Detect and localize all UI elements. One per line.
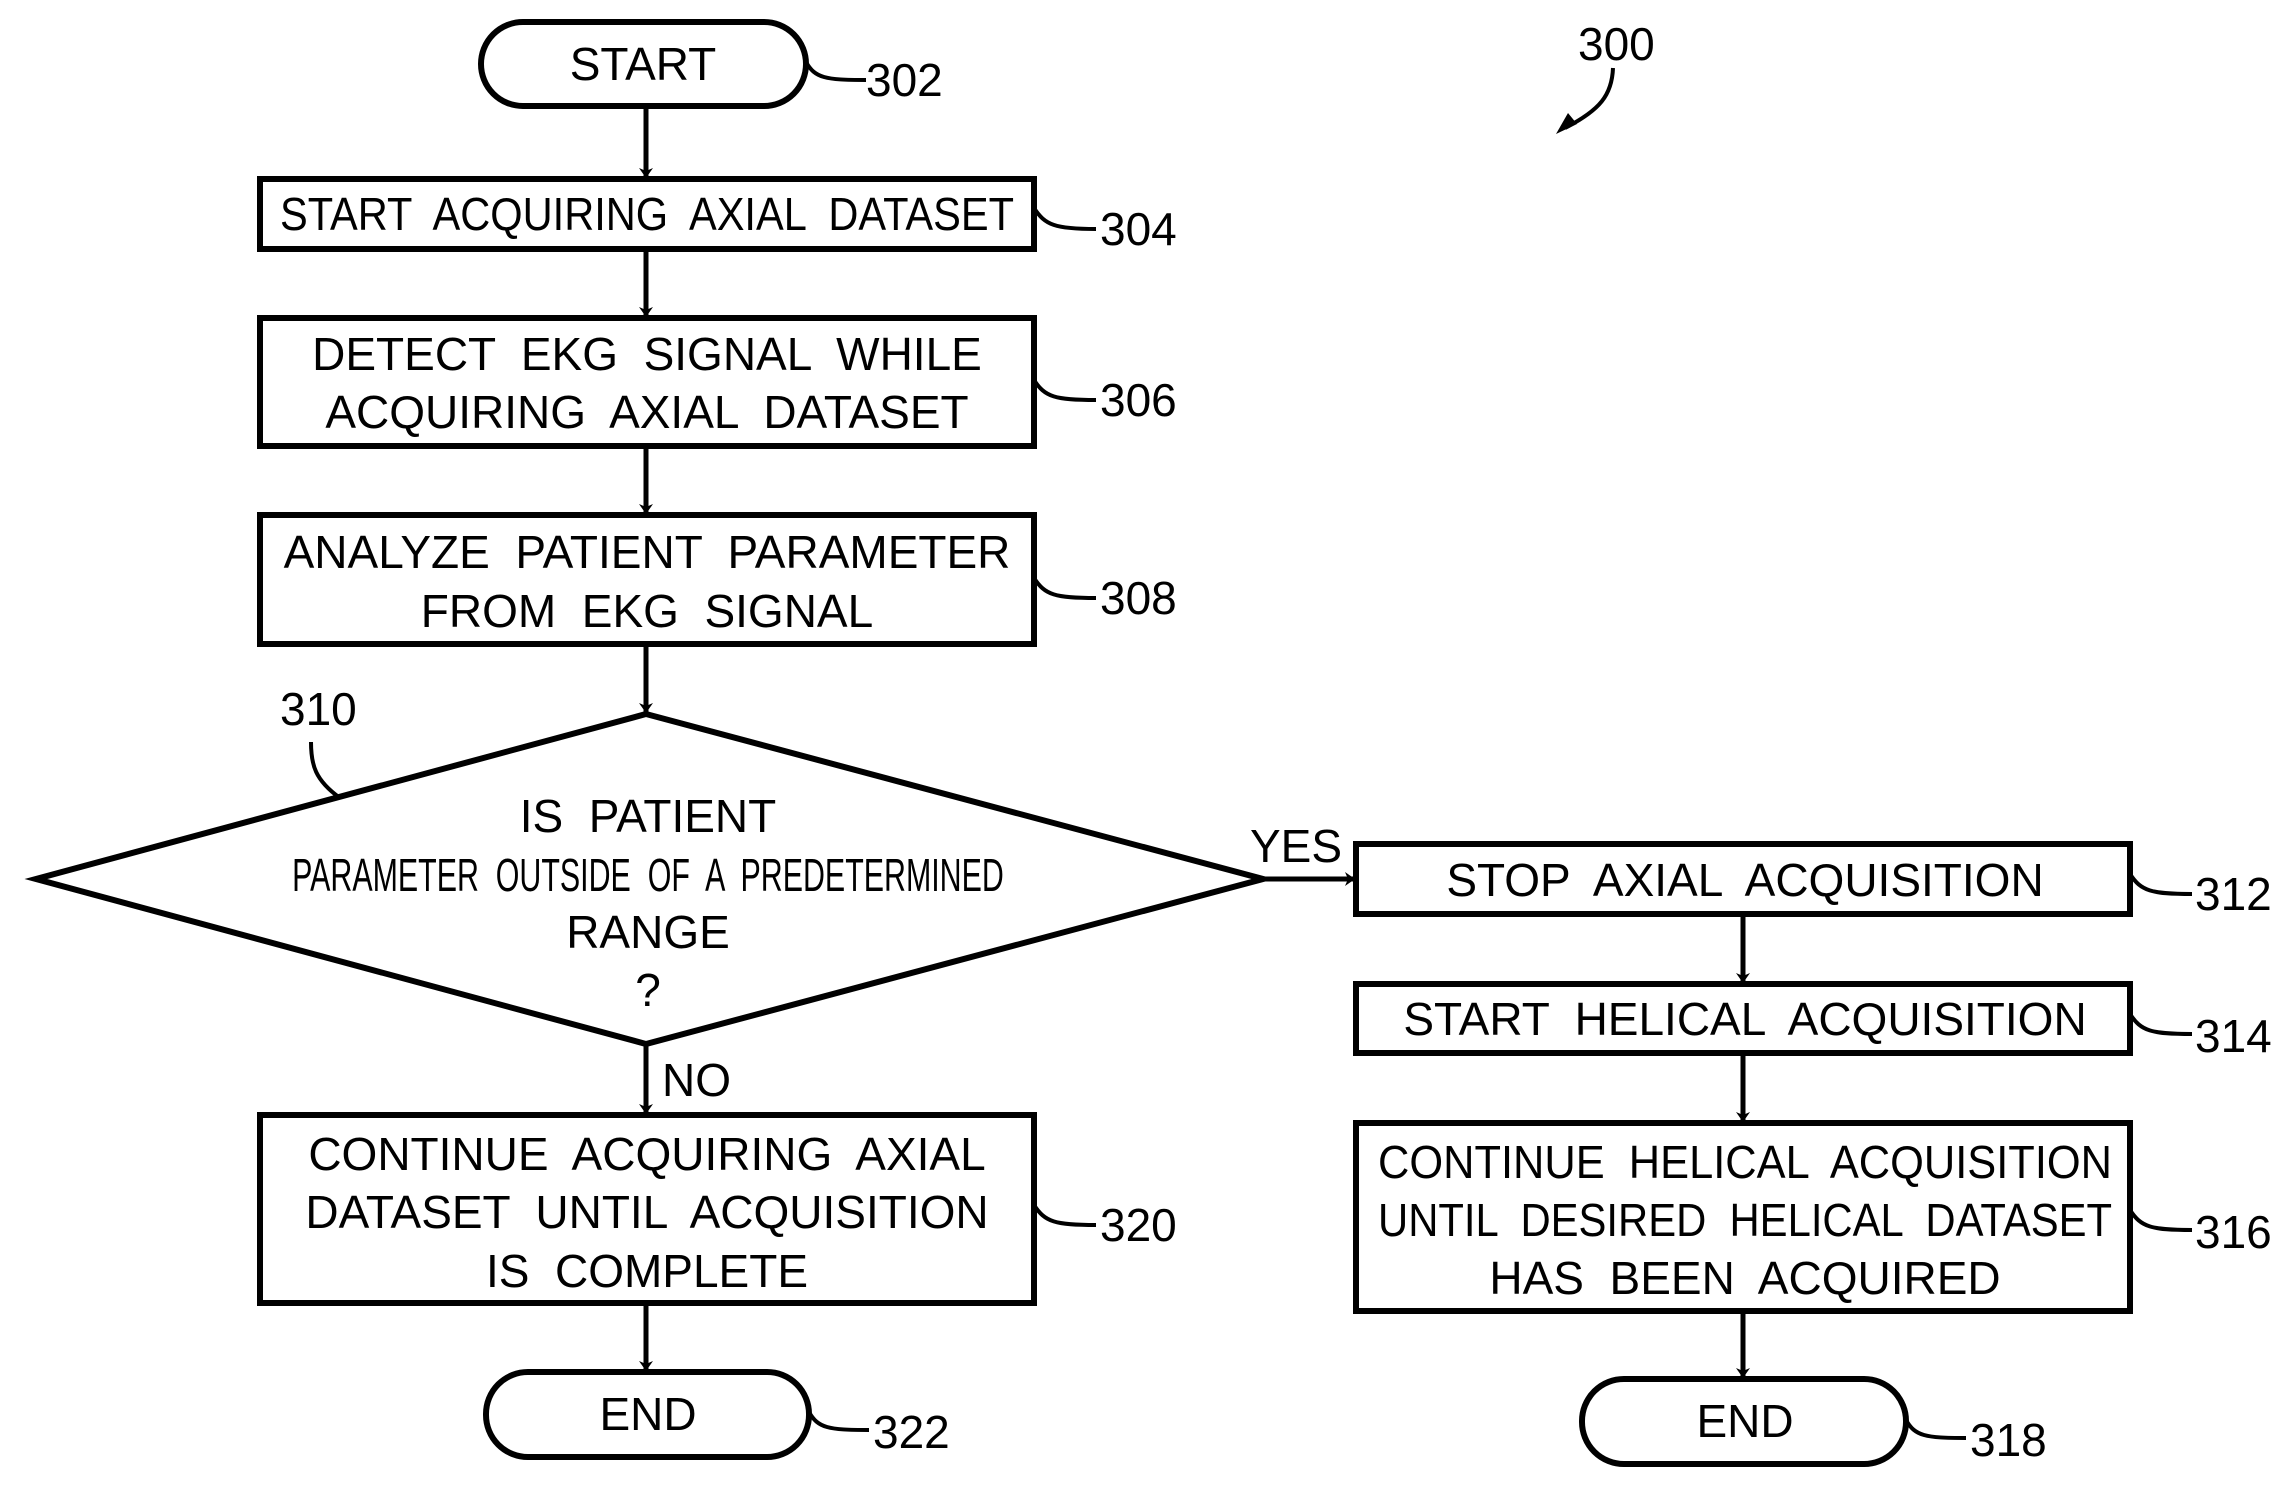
ref-318: 318	[1970, 1414, 2047, 1466]
figure-ref: 300	[1556, 18, 1655, 134]
continue-helical-line-3: HAS BEEN ACQUIRED	[1489, 1252, 2000, 1304]
ref-306: 306	[1100, 374, 1177, 426]
ref-302: 302	[866, 54, 943, 106]
node-end-right: END 318	[1579, 1376, 2047, 1467]
node-decision: IS PATIENT PARAMETER OUTSIDE OF A PREDET…	[24, 683, 1342, 1106]
leader-320	[1032, 1203, 1097, 1227]
end-right-label: END	[1696, 1395, 1793, 1447]
start-leader	[804, 60, 867, 82]
decision-line-3: RANGE	[566, 906, 730, 958]
leader-304	[1032, 206, 1097, 231]
leader-308	[1032, 576, 1097, 600]
leader-310	[309, 741, 342, 800]
end-left-label: END	[599, 1388, 696, 1440]
node-analyze: ANALYZE PATIENT PARAMETER FROM EKG SIGNA…	[257, 512, 1177, 647]
yes-label: YES	[1250, 820, 1342, 872]
continue-axial-line-3: IS COMPLETE	[486, 1245, 808, 1297]
decision-line-2: PARAMETER OUTSIDE OF A PREDETERMINED	[292, 849, 1004, 901]
start-label: START	[570, 38, 717, 90]
figure-ref-arrowhead	[1556, 113, 1577, 134]
no-label: NO	[662, 1054, 731, 1106]
ref-310: 310	[280, 683, 357, 735]
ref-316: 316	[2195, 1206, 2272, 1258]
figure-ref-number: 300	[1578, 18, 1655, 70]
node-acquire-axial: START ACQUIRING AXIAL DATASET 304	[257, 176, 1177, 255]
flowchart: 300 START 302 START ACQUIRING AXIAL DATA…	[24, 18, 2272, 1467]
leader-318	[1904, 1418, 1967, 1440]
analyze-line-1: ANALYZE PATIENT PARAMETER	[284, 526, 1011, 578]
node-start: START 302	[478, 19, 943, 109]
leader-306	[1032, 378, 1097, 402]
decision-line-1: IS PATIENT	[520, 790, 776, 842]
leader-322	[807, 1410, 870, 1432]
leader-312	[2128, 872, 2193, 896]
ref-312: 312	[2195, 868, 2272, 920]
ref-304: 304	[1100, 203, 1177, 255]
analyze-line-2: FROM EKG SIGNAL	[421, 585, 873, 637]
node-continue-axial: CONTINUE ACQUIRING AXIAL DATASET UNTIL A…	[257, 1112, 1177, 1306]
ref-322: 322	[873, 1406, 950, 1458]
continue-axial-line-2: DATASET UNTIL ACQUISITION	[305, 1186, 988, 1238]
node-start-helical: START HELICAL ACQUISITION 314	[1353, 981, 2272, 1062]
ref-314: 314	[2195, 1010, 2272, 1062]
ref-308: 308	[1100, 572, 1177, 624]
continue-axial-line-1: CONTINUE ACQUIRING AXIAL	[308, 1128, 985, 1180]
continue-helical-line-1: CONTINUE HELICAL ACQUISITION	[1378, 1136, 2112, 1188]
node-detect-ekg: DETECT EKG SIGNAL WHILE ACQUIRING AXIAL …	[257, 315, 1177, 449]
ref-320: 320	[1100, 1199, 1177, 1251]
stop-axial-label: STOP AXIAL ACQUISITION	[1446, 854, 2043, 906]
continue-helical-line-2: UNTIL DESIRED HELICAL DATASET	[1378, 1194, 2112, 1246]
node-continue-helical: CONTINUE HELICAL ACQUISITION UNTIL DESIR…	[1353, 1120, 2272, 1314]
node-stop-axial: STOP AXIAL ACQUISITION 312	[1353, 841, 2272, 920]
detect-ekg-line-1: DETECT EKG SIGNAL WHILE	[312, 328, 982, 380]
start-helical-label: START HELICAL ACQUISITION	[1403, 993, 2086, 1045]
leader-314	[2128, 1012, 2193, 1036]
decision-line-4: ?	[635, 964, 661, 1016]
node-end-left: END 322	[483, 1369, 950, 1460]
leader-316	[2128, 1208, 2193, 1232]
detect-ekg-line-2: ACQUIRING AXIAL DATASET	[325, 386, 968, 438]
acquire-axial-label: START ACQUIRING AXIAL DATASET	[280, 188, 1014, 240]
